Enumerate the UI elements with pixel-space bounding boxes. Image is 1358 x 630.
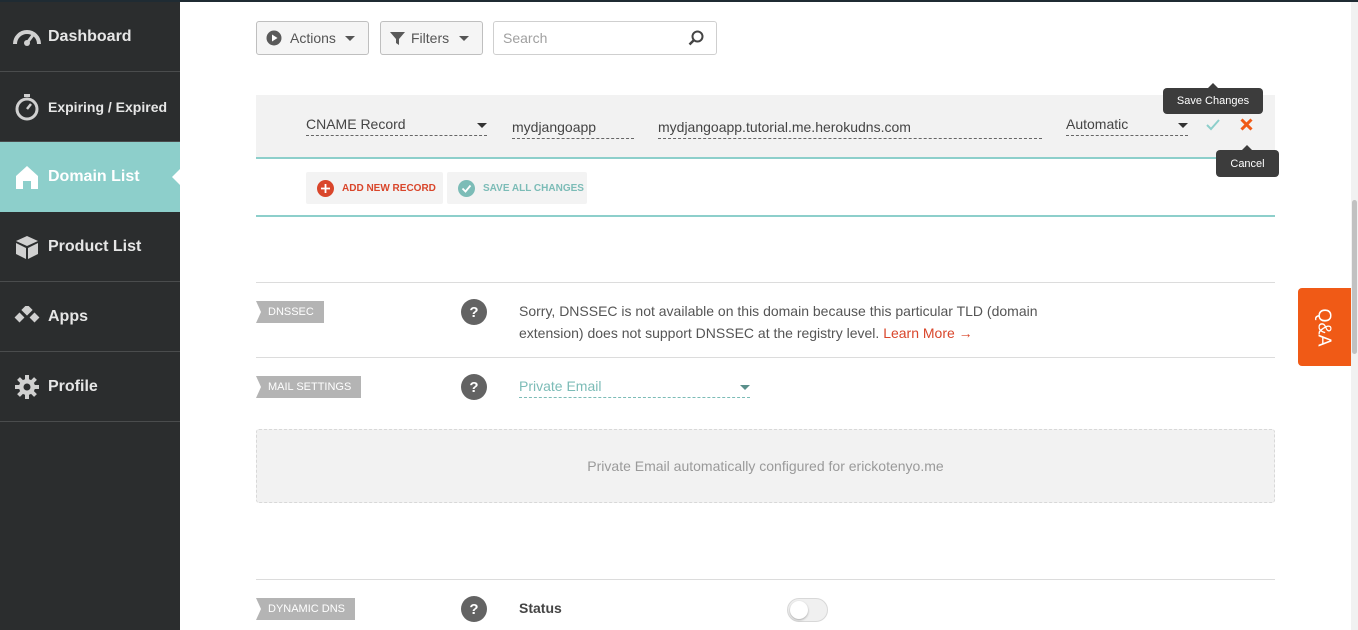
top-border <box>0 0 1358 2</box>
sidebar-item-apps[interactable]: Apps <box>0 282 180 352</box>
sidebar-item-product-list[interactable]: Product List <box>0 212 180 282</box>
record-type-select[interactable]: CNAME Record <box>306 114 487 136</box>
record-type-value: CNAME Record <box>306 116 406 132</box>
mail-settings-tag: MAIL SETTINGS <box>256 376 362 398</box>
sidebar-item-label: Expiring / Expired <box>48 98 168 115</box>
qa-label: Q&A <box>1314 307 1335 347</box>
home-icon <box>13 163 41 191</box>
sidebar-item-profile[interactable]: Profile <box>0 352 180 422</box>
dynamic-dns-toggle[interactable] <box>787 598 828 622</box>
box-icon <box>13 233 41 261</box>
record-value-input[interactable]: mydjangoapp.tutorial.me.herokudns.com <box>658 117 1042 139</box>
sidebar: Dashboard Expiring / Expired Domain List… <box>0 2 180 630</box>
search-input[interactable] <box>494 22 674 54</box>
chevron-down-icon <box>344 35 355 41</box>
sidebar-item-label: Apps <box>48 307 88 325</box>
sidebar-item-domain-list[interactable]: Domain List <box>0 142 180 212</box>
dynamic-dns-tag: DYNAMIC DNS <box>256 598 356 620</box>
learn-more-link[interactable]: Learn More → <box>883 325 972 341</box>
tooltip-arrow <box>1208 83 1218 88</box>
tooltip-text: Save Changes <box>1176 95 1250 107</box>
save-checkmark-icon[interactable] <box>1206 118 1220 136</box>
mail-info-box: Private Email automatically configured f… <box>256 429 1275 503</box>
play-circle-icon <box>266 30 282 46</box>
sidebar-item-dashboard[interactable]: Dashboard <box>0 2 180 72</box>
check-circle-icon <box>458 179 475 197</box>
chevron-down-icon <box>740 385 750 390</box>
save-all-changes-button[interactable]: SAVE ALL CHANGES <box>447 172 587 204</box>
filters-label: Filters <box>411 30 450 46</box>
tag-label: DNSSEC <box>268 306 314 318</box>
tag-label: DYNAMIC DNS <box>268 603 346 615</box>
add-new-record-label: ADD NEW RECORD <box>342 182 436 194</box>
dnssec-tag: DNSSEC <box>256 301 324 323</box>
save-changes-tooltip: Save Changes <box>1163 88 1263 114</box>
apps-icon <box>13 303 41 331</box>
sidebar-item-expiring[interactable]: Expiring / Expired <box>0 72 180 142</box>
help-glyph: ? <box>469 600 479 618</box>
sidebar-item-label: Domain List <box>48 167 140 185</box>
chevron-down-icon <box>1178 123 1188 128</box>
record-ttl-value: Automatic <box>1066 116 1129 132</box>
search-box <box>493 21 717 55</box>
search-icon[interactable] <box>688 30 704 51</box>
scrollbar[interactable] <box>1351 2 1358 630</box>
mail-selected-value: Private Email <box>519 378 602 394</box>
divider <box>256 357 1275 358</box>
dnssec-help-icon[interactable]: ? <box>461 299 487 325</box>
tag-label: MAIL SETTINGS <box>268 381 352 393</box>
sidebar-item-label: Dashboard <box>48 27 132 45</box>
status-label: Status <box>519 600 562 616</box>
chevron-down-icon <box>459 35 470 41</box>
record-host-input[interactable]: mydjangoapp <box>512 117 634 139</box>
help-glyph: ? <box>469 378 479 396</box>
sidebar-item-label: Profile <box>48 377 98 395</box>
actions-dropdown[interactable]: Actions <box>256 21 369 55</box>
mail-info-text: Private Email automatically configured f… <box>587 458 944 474</box>
chevron-down-icon <box>477 123 487 128</box>
speedometer-icon <box>13 23 41 51</box>
help-glyph: ? <box>469 303 479 321</box>
dns-record-row: CNAME Record mydjangoapp mydjangoapp.tut… <box>256 95 1275 159</box>
record-actions-row: ADD NEW RECORD SAVE ALL CHANGES <box>256 160 1275 217</box>
gear-icon <box>13 373 41 401</box>
filter-icon <box>390 31 405 46</box>
qa-tab[interactable]: Q&A <box>1298 288 1351 366</box>
dnssec-description: Sorry, DNSSEC is not available on this d… <box>519 300 1079 344</box>
add-new-record-button[interactable]: ADD NEW RECORD <box>306 172 443 204</box>
cancel-x-icon[interactable] <box>1240 118 1253 136</box>
save-all-changes-label: SAVE ALL CHANGES <box>483 182 584 194</box>
divider <box>256 579 1275 580</box>
divider <box>256 282 1275 283</box>
plus-circle-icon <box>317 179 334 197</box>
filters-dropdown[interactable]: Filters <box>380 21 483 55</box>
mail-settings-select[interactable]: Private Email <box>519 376 750 398</box>
sidebar-item-label: Product List <box>48 237 142 255</box>
mail-help-icon[interactable]: ? <box>461 374 487 400</box>
record-value-text: mydjangoapp.tutorial.me.herokudns.com <box>658 119 911 135</box>
record-ttl-select[interactable]: Automatic <box>1066 114 1188 136</box>
scrollbar-thumb[interactable] <box>1352 200 1357 354</box>
dynamic-dns-help-icon[interactable]: ? <box>461 596 487 622</box>
toggle-knob <box>790 601 808 619</box>
tooltip-arrow <box>1242 145 1252 150</box>
stopwatch-icon <box>13 93 41 121</box>
actions-label: Actions <box>290 30 336 46</box>
record-host-value: mydjangoapp <box>512 119 597 135</box>
